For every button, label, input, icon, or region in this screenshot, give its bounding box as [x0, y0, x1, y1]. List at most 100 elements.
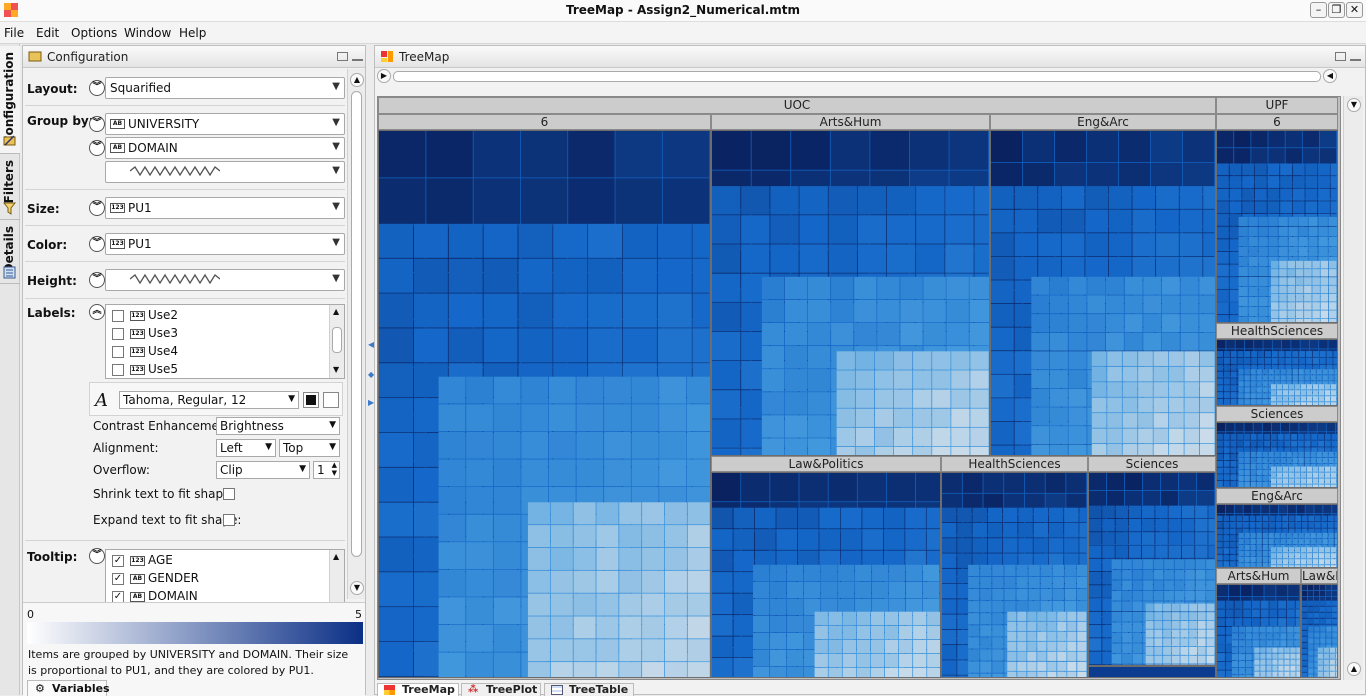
minimize-button[interactable]: –: [1310, 2, 1327, 18]
treemap-cell-upf-health-sciences[interactable]: [1216, 339, 1338, 406]
labels-list-scrollbar[interactable]: ▲ ▼: [329, 305, 344, 378]
tab-treeplot[interactable]: ⁂ TreePlot: [461, 683, 541, 696]
slider-right-icon[interactable]: ▶: [377, 69, 391, 83]
contrast-select[interactable]: Brightness▼: [216, 417, 340, 435]
group-header-uoc[interactable]: UOC: [378, 97, 1216, 114]
labels-checkbox-use3[interactable]: [112, 328, 124, 340]
menu-help[interactable]: Help: [179, 26, 206, 40]
treemap-leaf: [1138, 429, 1153, 444]
treemap-leaf: [1018, 523, 1032, 537]
treemap-cell-uoc-6[interactable]: [378, 130, 711, 678]
tab-configuration[interactable]: Configuration: [0, 46, 20, 154]
domain-header-upf-eng-arc[interactable]: Eng&Arc: [1216, 488, 1338, 504]
menu-file[interactable]: File: [4, 26, 24, 40]
height-toggle-icon[interactable]: ︾: [89, 272, 105, 288]
treemap-leaf: [1271, 547, 1276, 552]
treemap-cell-uoc-small[interactable]: [1088, 666, 1216, 678]
height-select[interactable]: ▼: [105, 269, 345, 291]
treemap-cell-uoc-law-politics[interactable]: [711, 472, 941, 678]
labels-checkbox-use2[interactable]: [112, 310, 124, 322]
domain-header-upf-law[interactable]: Law&F: [1301, 568, 1338, 584]
domain-header-uoc-law-politics[interactable]: Law&Politics: [711, 456, 941, 472]
treemap-scrollbar[interactable]: ▼ ▲: [1343, 96, 1363, 680]
treemap-view[interactable]: UOC UPF 6 Arts&Hum Eng&Arc Law&Politics …: [377, 96, 1341, 680]
domain-header-upf-6[interactable]: 6: [1216, 114, 1338, 130]
tab-treetable[interactable]: TreeTable: [544, 683, 634, 696]
tooltip-checkbox-gender[interactable]: ✓: [112, 573, 124, 585]
treemap-leaf: [1312, 286, 1319, 293]
domain-header-upf-arts-hum[interactable]: Arts&Hum: [1216, 568, 1301, 584]
tab-treemap[interactable]: TreeMap: [377, 683, 459, 696]
menu-edit[interactable]: Edit: [36, 26, 59, 40]
tooltip-list-scrollbar[interactable]: ▲: [329, 550, 344, 603]
font-color-swatch[interactable]: [304, 393, 318, 407]
group-header-upf[interactable]: UPF: [1216, 97, 1338, 114]
shrink-text-checkbox[interactable]: [223, 488, 235, 500]
size-select[interactable]: 123 PU1▼: [105, 197, 345, 219]
domain-header-upf-health-sciences[interactable]: HealthSciences: [1216, 323, 1338, 339]
color-toggle-icon[interactable]: ︾: [89, 236, 105, 252]
domain-header-upf-sciences[interactable]: Sciences: [1216, 406, 1338, 422]
treemap-cell-upf-law[interactable]: [1301, 584, 1338, 678]
panel-minimize-button[interactable]: [1350, 52, 1361, 61]
treemap-leaf: [1239, 257, 1248, 266]
treemap-cell-uoc-arts-hum[interactable]: [711, 130, 990, 456]
layout-select[interactable]: Squarified▼: [105, 77, 345, 99]
treemap-leaf: [1196, 570, 1206, 580]
expand-text-checkbox[interactable]: [223, 514, 235, 526]
treemap-cell-upf-sciences[interactable]: [1216, 422, 1338, 488]
domain-header-uoc-sciences[interactable]: Sciences: [1088, 456, 1216, 472]
scroll-down-icon[interactable]: ▼: [350, 581, 364, 595]
layout-toggle-icon[interactable]: ︾: [89, 80, 105, 96]
scroll-down-icon[interactable]: ▲: [1347, 662, 1361, 676]
scroll-up-icon[interactable]: ▼: [1347, 98, 1361, 112]
treemap-cell-uoc-sciences[interactable]: [1088, 472, 1216, 666]
treemap-cell-uoc-eng-arc[interactable]: [990, 130, 1216, 456]
treemap-cell-upf-6[interactable]: [1216, 130, 1338, 323]
group-by-select-empty[interactable]: ▼: [105, 161, 345, 183]
treemap-leaf: [970, 323, 989, 345]
color-select[interactable]: 123 PU1▼: [105, 233, 345, 255]
label-font-select[interactable]: Tahoma, Regular, 12▼: [119, 391, 299, 409]
domain-header-uoc-arts-hum[interactable]: Arts&Hum: [711, 114, 990, 130]
tooltip-toggle-icon[interactable]: ︾: [89, 548, 105, 564]
labels-collapse-icon[interactable]: ︽: [89, 304, 105, 320]
group-by-toggle-icon-2[interactable]: ︾: [89, 140, 105, 156]
treemap-leaf: [1321, 286, 1328, 293]
domain-header-uoc-6[interactable]: 6: [378, 114, 711, 130]
domain-header-uoc-health-sciences[interactable]: HealthSciences: [941, 456, 1088, 472]
alignment-horizontal-select[interactable]: Left▼: [216, 439, 276, 457]
slider-left-icon[interactable]: ◀: [1323, 69, 1337, 83]
tab-filters[interactable]: Filters: [0, 156, 20, 220]
panel-restore-button[interactable]: [337, 52, 348, 61]
tab-details[interactable]: Details: [0, 222, 20, 284]
overflow-stepper[interactable]: 1 ▲▼: [313, 461, 340, 479]
treemap-cell-upf-eng-arc[interactable]: [1216, 504, 1338, 568]
scroll-up-icon[interactable]: ▲: [350, 73, 364, 87]
configuration-scrollbar[interactable]: ▲ ▼: [347, 69, 365, 599]
menu-options[interactable]: Options: [71, 26, 117, 40]
domain-header-uoc-eng-arc[interactable]: Eng&Arc: [990, 114, 1216, 130]
configuration-scroll-thumb[interactable]: [351, 91, 362, 557]
treemap-cell-upf-arts-hum[interactable]: [1216, 584, 1301, 678]
tooltip-checkbox-age[interactable]: ✓: [112, 555, 124, 567]
labels-checkbox-use5[interactable]: [112, 364, 124, 376]
panel-restore-button[interactable]: [1335, 52, 1346, 61]
treemap-cell-uoc-health-sciences[interactable]: [941, 472, 1088, 678]
treemap-range-slider[interactable]: [393, 71, 1321, 82]
tab-variables[interactable]: ⚙ Variables: [27, 680, 107, 696]
close-button[interactable]: ✕: [1346, 2, 1363, 18]
group-by-select-1[interactable]: AB UNIVERSITY▼: [105, 113, 345, 135]
treemap-leaf: [887, 215, 915, 243]
alignment-vertical-select[interactable]: Top▼: [279, 439, 340, 457]
menu-window[interactable]: Window: [124, 26, 171, 40]
font-background-icon[interactable]: [323, 392, 339, 408]
size-toggle-icon[interactable]: ︾: [89, 200, 105, 216]
overflow-select[interactable]: Clip▼: [216, 461, 310, 479]
group-by-toggle-icon[interactable]: ︾: [89, 116, 105, 132]
labels-checkbox-use4[interactable]: [112, 346, 124, 358]
treemap-leaf: [1334, 522, 1337, 528]
panel-minimize-button[interactable]: [352, 52, 363, 61]
group-by-select-2[interactable]: AB DOMAIN▼: [105, 137, 345, 159]
maximize-button[interactable]: ❐: [1328, 2, 1345, 18]
